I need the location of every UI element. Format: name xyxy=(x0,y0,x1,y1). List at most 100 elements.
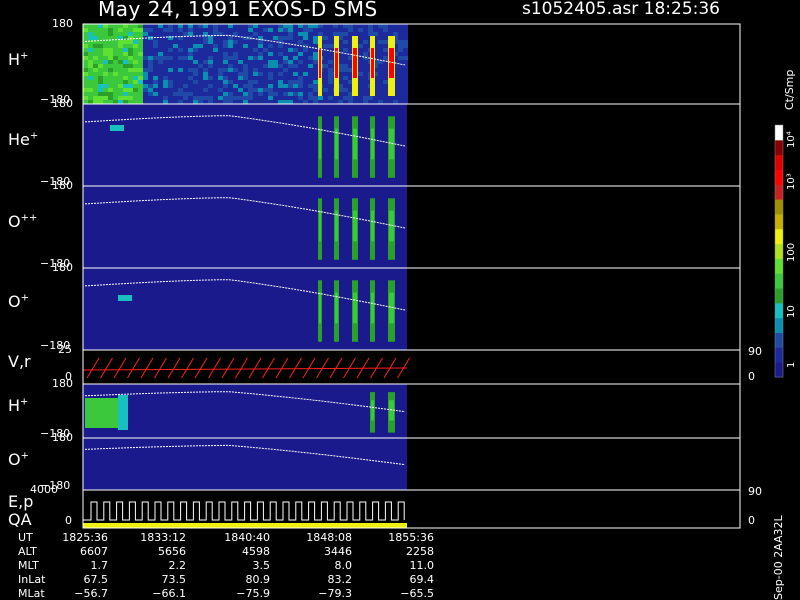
spectro-cell-p0 xyxy=(253,88,258,92)
spectro-cell-p0 xyxy=(303,40,308,44)
spectro-cell-p0 xyxy=(293,72,298,76)
spectro-cell-p0 xyxy=(118,88,123,92)
spectro-cell-p0 xyxy=(293,28,298,32)
spectro-cell-p0 xyxy=(298,76,303,80)
spectro-cell-p0 xyxy=(268,44,273,48)
spectro-cell-p0 xyxy=(283,52,288,56)
spectro-cell-p0 xyxy=(268,80,273,84)
spectro-cell-p0 xyxy=(118,80,123,84)
spectro-cell-p0 xyxy=(193,52,198,56)
spectro-cell-p0 xyxy=(153,32,158,36)
spectro-cell-p0 xyxy=(203,100,208,104)
spectro-cell-p0 xyxy=(123,52,128,56)
spectro-cell-p0 xyxy=(278,84,283,88)
spectro-cell-p0 xyxy=(293,36,298,40)
spectro-cell-p0 xyxy=(218,36,223,40)
spectro-cell-p0 xyxy=(308,40,313,44)
spectro-cell-p0 xyxy=(138,24,143,28)
spectro-cell-p0 xyxy=(188,32,193,36)
spectro-cell-p0 xyxy=(338,100,343,104)
spectro-cell-p0 xyxy=(328,32,333,36)
spectro-cell-p0 xyxy=(98,88,103,92)
spectro-cell-p0 xyxy=(198,56,203,60)
spectro-cell-p0 xyxy=(328,24,333,28)
spectro-cell-p0 xyxy=(138,96,143,100)
spectro-cell-p0 xyxy=(128,72,133,76)
ephemeris-value: 73.5 xyxy=(161,573,187,586)
spectro-cell-p0 xyxy=(403,84,408,88)
spectro-cell-p0 xyxy=(258,72,263,76)
spectro-cell-p0 xyxy=(378,44,383,48)
spectro-cell-p0 xyxy=(173,88,178,92)
spectro-cell-p0 xyxy=(193,32,198,36)
spectro-cell-p0 xyxy=(218,96,223,100)
spectro-cell-p0 xyxy=(283,100,288,104)
spectro-cell-p0 xyxy=(223,56,228,60)
spectro-cell-p0 xyxy=(263,88,268,92)
spectro-cell-p0 xyxy=(123,40,128,44)
spectro-cell-p0 xyxy=(238,40,243,44)
spectro-cell-p0 xyxy=(133,80,138,84)
spectro-cell-p0 xyxy=(148,92,153,96)
spectro-cell-p0 xyxy=(248,64,253,68)
spectro-cell-p0 xyxy=(93,84,98,88)
spectro-cell-p0 xyxy=(343,44,348,48)
spectro-cell-p0 xyxy=(93,72,98,76)
spectro-cell-p0 xyxy=(338,96,343,100)
spectro-cell-p0 xyxy=(343,64,348,68)
spectro-cell-p0 xyxy=(308,64,313,68)
spectro-cell-p0 xyxy=(273,92,278,96)
spectro-cell-p0 xyxy=(203,72,208,76)
spectro-cell-p0 xyxy=(363,68,368,72)
spectro-cell-p0 xyxy=(103,48,108,52)
spectro-cell-p0 xyxy=(133,88,138,92)
spectro-cell-p0 xyxy=(233,44,238,48)
spectro-cell-p0 xyxy=(123,24,128,28)
spectro-cell-p0 xyxy=(148,76,153,80)
spectro-cell-p0 xyxy=(243,60,248,64)
spectro-cell-p0 xyxy=(138,68,143,72)
spectro-cell-p0 xyxy=(358,24,363,28)
spectro-cell-p0 xyxy=(208,64,213,68)
spectro-cell-p0 xyxy=(383,36,388,40)
spectro-cell-p0 xyxy=(173,76,178,80)
spectro-cell-p0 xyxy=(283,92,288,96)
spectro-cell-p0 xyxy=(183,56,188,60)
spectro-cell-p0 xyxy=(98,68,103,72)
spectro-cell-p0 xyxy=(143,48,148,52)
spectro-cell-p0 xyxy=(98,24,103,28)
spectro-cell-p0 xyxy=(383,92,388,96)
spectro-cell-p0 xyxy=(188,92,193,96)
spectro-cell-p0 xyxy=(263,96,268,100)
spectro-cell-p0 xyxy=(183,80,188,84)
spectro-cell-p0 xyxy=(263,32,268,36)
spectro-cell-p0 xyxy=(223,40,228,44)
spectro-cell-p0 xyxy=(158,84,163,88)
spectro-cell-p0 xyxy=(168,56,173,60)
spectro-cell-p0 xyxy=(103,96,108,100)
spectro-cell-p0 xyxy=(298,96,303,100)
spectro-cell-p0 xyxy=(273,84,278,88)
spectro-cell-p0 xyxy=(153,100,158,104)
spectro-cell-p0 xyxy=(263,72,268,76)
spectro-cell-p0 xyxy=(248,68,253,72)
spectro-cell-p0 xyxy=(233,80,238,84)
spectro-cell-p0 xyxy=(178,100,183,104)
spectro-cell-p0 xyxy=(148,100,153,104)
spectro-cell-p0 xyxy=(158,96,163,100)
spectro-cell-p0 xyxy=(228,84,233,88)
spectro-cell-p1 xyxy=(353,128,357,160)
spectro-cell-p0 xyxy=(233,28,238,32)
spectro-cell-p0 xyxy=(358,80,363,84)
spectro-cell-p0 xyxy=(153,68,158,72)
spectro-cell-p0 xyxy=(303,96,308,100)
spectro-cell-p0 xyxy=(103,88,108,92)
spectro-cell-p0 xyxy=(383,52,388,56)
spectro-cell-p0 xyxy=(208,96,213,100)
spectro-cell-p0 xyxy=(343,40,348,44)
spectro-cell-p0 xyxy=(168,84,173,88)
spectro-cell-p0 xyxy=(298,40,303,44)
spectro-cell-p0 xyxy=(228,40,233,44)
spectro-cell-p0 xyxy=(138,28,143,32)
spectro-cell-p0 xyxy=(218,72,223,76)
